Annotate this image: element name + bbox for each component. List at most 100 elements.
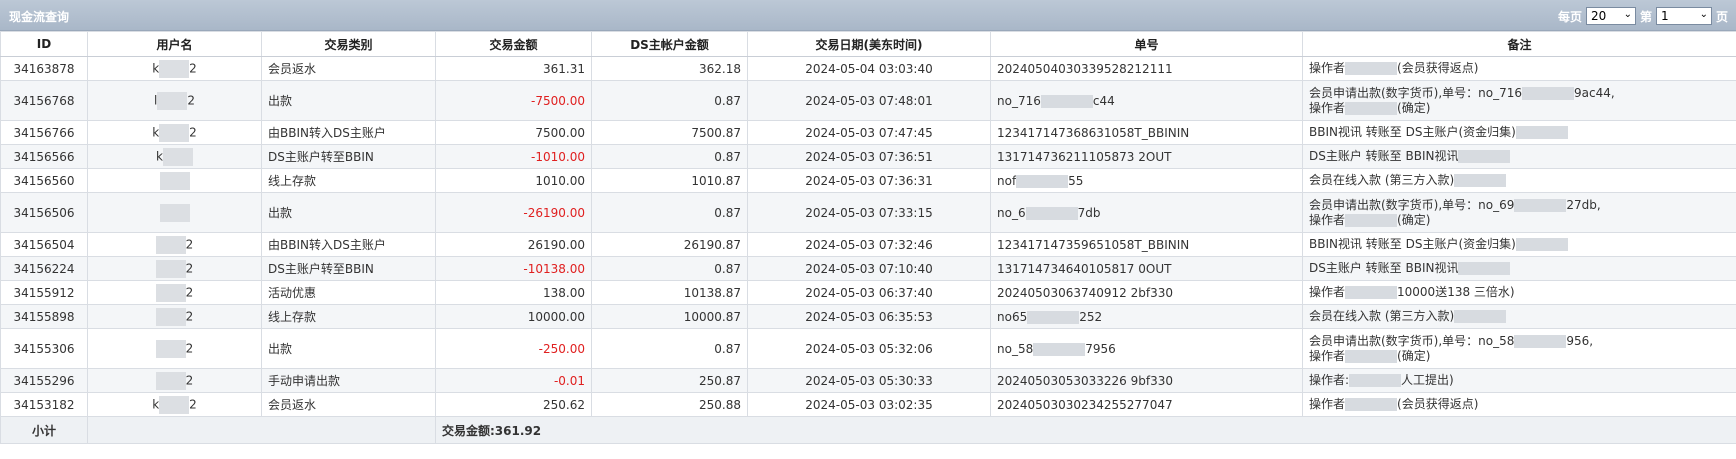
redaction-mask	[1514, 334, 1567, 348]
order-number: 123417147368631058T_BBININ	[997, 125, 1190, 140]
redaction-mask	[1025, 206, 1078, 220]
note-line1-end: 10000送138 三倍水)	[1397, 285, 1515, 299]
cell-type: DS主账户转至BBIN	[261, 256, 436, 281]
note-line1-end: 956,	[1566, 333, 1594, 348]
subtotal-amount: 交易金额:361.92	[435, 416, 1736, 444]
note-line1-end: 9ac44,	[1574, 85, 1615, 100]
col-header-id[interactable]: ID	[0, 31, 88, 57]
table-row[interactable]: 34156766 k 2 由BBIN转入DS主账户 7500.00 7500.87 2024…	[0, 120, 1736, 145]
cell-id: 34153182	[0, 392, 88, 417]
cell-order: 131714734640105817 0OUT	[990, 256, 1303, 281]
table-row[interactable]: 34156566 k DS主账户转至BBIN -1010.00 0.87 2024-05-…	[0, 144, 1736, 169]
cell-balance: 7500.87	[591, 120, 748, 145]
cell-balance: 10000.87	[591, 304, 748, 329]
username-end: 2	[187, 93, 195, 107]
subtotal-row: 小计 交易金额:361.92	[0, 416, 1736, 444]
redaction-mask	[1458, 262, 1511, 275]
cell-order: no_58 7956	[990, 328, 1303, 369]
order-number: 20240503030234255277047	[997, 397, 1173, 412]
cell-order: no65 252	[990, 304, 1303, 329]
note-line1-start: 会员申请出款(数字货币),单号：no_69	[1309, 197, 1515, 212]
col-header-date[interactable]: 交易日期(美东时间)	[747, 31, 991, 57]
redaction-mask	[157, 91, 188, 110]
table-row[interactable]: 34156506 出款 -26190.00 0.87 2024-05-03 07:33:…	[0, 192, 1736, 233]
table-row[interactable]: 34155912 2 活动优惠 138.00 10138.87 2024-05-03 06…	[0, 280, 1736, 305]
page-label: 第	[1639, 9, 1652, 24]
cell-username	[87, 192, 262, 233]
panel-title: 现金流查询	[9, 10, 70, 24]
cell-amount: 361.31	[435, 56, 592, 81]
table-row[interactable]: 34156768 l 2 出款 -7500.00 0.87 2024-05-03 07:48…	[0, 80, 1736, 121]
redaction-mask	[1345, 101, 1398, 115]
username-end: 2	[185, 341, 194, 355]
cell-order: 123417147368631058T_BBININ	[990, 120, 1303, 145]
table-row[interactable]: 34163878 k 2 会员返水 361.31 362.18 2024-05-04 03:…	[0, 56, 1736, 81]
redaction-mask	[1515, 238, 1568, 251]
chevron-down-icon: ⌄	[1699, 9, 1708, 20]
cell-amount: -0.01	[435, 368, 592, 393]
cell-type: 由BBIN转入DS主账户	[261, 120, 436, 145]
cell-id: 34156566	[0, 144, 88, 169]
redaction-mask	[155, 307, 186, 326]
order-number: 131714734640105817 0OUT	[997, 261, 1172, 276]
per-page-select[interactable]: 20 ⌄	[1585, 7, 1636, 25]
table-row[interactable]: 34153182 k 2 会员返水 250.62 250.88 2024-05-03 03:…	[0, 392, 1736, 417]
cell-type: 会员返水	[261, 56, 436, 81]
cell-id: 34156766	[0, 120, 88, 145]
col-header-type[interactable]: 交易类别	[261, 31, 436, 57]
cell-amount: -250.00	[435, 328, 592, 369]
cell-id: 34155296	[0, 368, 88, 393]
redaction-mask	[1016, 174, 1069, 188]
page-suffix: 页	[1715, 9, 1728, 24]
redaction-mask	[159, 395, 190, 414]
redaction-mask	[159, 123, 190, 142]
redaction-mask	[155, 259, 186, 278]
note-line1-end: 人工提出)	[1401, 373, 1454, 387]
chevron-down-icon: ⌄	[1623, 9, 1632, 20]
table-row[interactable]: 34156224 2 DS主账户转至BBIN -10138.00 0.87 2024-05…	[0, 256, 1736, 281]
cell-order: 131714736211105873 2OUT	[990, 144, 1303, 169]
col-header-note[interactable]: 备注	[1302, 31, 1736, 57]
order-number-end: c44	[1092, 93, 1115, 108]
page-select[interactable]: 1 ⌄	[1655, 7, 1712, 25]
cell-username: k2	[87, 120, 262, 145]
col-header-username[interactable]: 用户名	[87, 31, 262, 57]
cell-id: 34155306	[0, 328, 88, 369]
order-number: 20240504030339528212111	[997, 61, 1173, 76]
cell-balance: 0.87	[591, 144, 748, 169]
cell-id: 34156768	[0, 80, 88, 121]
redaction-mask	[1345, 398, 1398, 411]
col-header-order[interactable]: 单号	[990, 31, 1303, 57]
username-end: 2	[185, 261, 194, 275]
cell-balance: 0.87	[591, 328, 748, 369]
redaction-mask	[1454, 310, 1507, 323]
order-number: 131714736211105873 2OUT	[997, 149, 1172, 164]
cell-date: 2024-05-03 07:36:31	[747, 168, 991, 193]
cell-note: BBIN视讯 转账至 DS主账户(资金归集)	[1302, 120, 1736, 145]
cell-date: 2024-05-03 03:02:35	[747, 392, 991, 417]
cell-id: 34156506	[0, 192, 88, 233]
redaction-mask	[159, 203, 190, 222]
order-number-end: 55	[1068, 173, 1084, 188]
cell-amount: -10138.00	[435, 256, 592, 281]
table-row[interactable]: 34156504 2 由BBIN转入DS主账户 26190.00 26190.87 202…	[0, 232, 1736, 257]
col-header-balance[interactable]: DS主帐户金额	[591, 31, 748, 57]
cell-note: 操作者: 人工提出)	[1302, 368, 1736, 393]
cell-balance: 0.87	[591, 80, 748, 121]
table-row[interactable]: 34155296 2 手动申请出款 -0.01 250.87 2024-05-03 05:…	[0, 368, 1736, 393]
redaction-mask	[1345, 286, 1398, 299]
cell-order: 20240504030339528212111	[990, 56, 1303, 81]
cell-username: 2	[87, 304, 262, 329]
redaction-mask	[1349, 374, 1402, 387]
table-row[interactable]: 34155306 2 出款 -250.00 0.87 2024-05-03 05:32:0…	[0, 328, 1736, 369]
col-header-amount[interactable]: 交易金额	[435, 31, 592, 57]
cell-note: 操作者 (会员获得返点)	[1302, 56, 1736, 81]
note-line1-start: 操作者	[1309, 397, 1346, 411]
table-row[interactable]: 34155898 2 线上存款 10000.00 10000.87 2024-05-03 …	[0, 304, 1736, 329]
cell-type: 会员返水	[261, 392, 436, 417]
table-body: 34163878 k 2 会员返水 361.31 362.18 2024-05-04 03:…	[0, 56, 1736, 417]
note-line2-start: 操作者	[1309, 100, 1346, 115]
table-row[interactable]: 34156560 线上存款 1010.00 1010.87 2024-05-03 07:…	[0, 168, 1736, 193]
redaction-mask	[1515, 126, 1568, 139]
cell-order: no_6 7db	[990, 192, 1303, 233]
